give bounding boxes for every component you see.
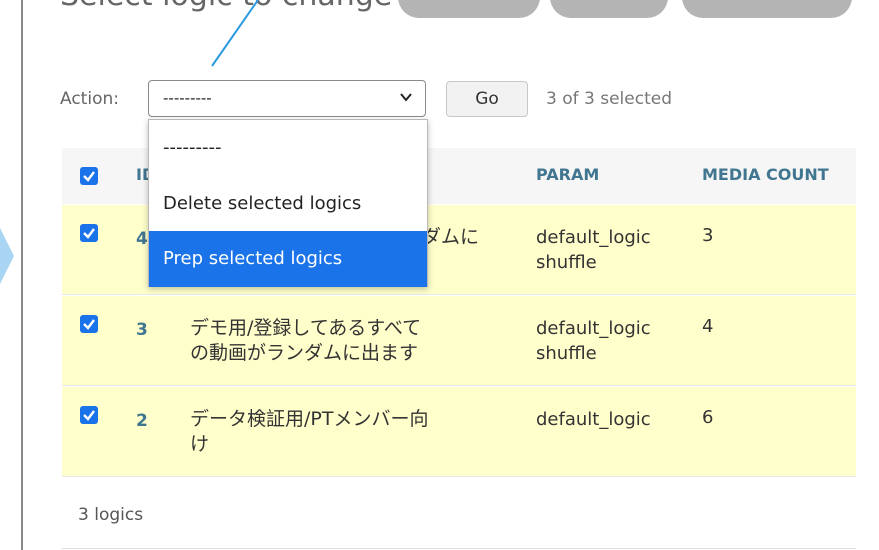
dropdown-option-blank[interactable]: --------- <box>149 120 427 176</box>
row-name-line1: デモ用/登録してあるすべて <box>190 317 422 339</box>
row-param-line2: shuffle <box>536 343 597 364</box>
row-checkbox[interactable] <box>80 315 98 333</box>
row-name: デモ用/登録してあるすべて の動画がランダムに出ます <box>190 316 500 366</box>
row-media-count: 4 <box>702 316 714 337</box>
row-param: default_logic shuffle <box>536 225 686 275</box>
row-name: ダムに <box>422 226 480 248</box>
action-label: Action: <box>60 89 119 109</box>
action-select-value: --------- <box>163 89 212 107</box>
selection-count: 3 of 3 selected <box>546 89 672 109</box>
row-name-line2: の動画がランダムに出ます <box>190 342 419 364</box>
go-button[interactable]: Go <box>446 81 528 117</box>
row-param-line1: default_logic <box>536 227 651 248</box>
table-row: 2 データ検証用/PTメンバー向 け default_logic 6 <box>62 387 856 477</box>
row-param-line1: default_logic <box>536 318 651 339</box>
result-count: 3 logics <box>78 505 144 525</box>
annotation-line <box>211 0 259 67</box>
check-icon <box>83 319 95 330</box>
action-dropdown-menu: --------- Delete selected logics Prep se… <box>148 119 428 287</box>
check-icon <box>83 171 95 182</box>
select-all-checkbox[interactable] <box>80 167 98 185</box>
dropdown-option-delete[interactable]: Delete selected logics <box>149 176 427 232</box>
table-row: 3 デモ用/登録してあるすべて の動画がランダムに出ます default_log… <box>62 296 856 386</box>
row-param: default_logic <box>536 407 686 432</box>
column-header-param[interactable]: PARAM <box>536 165 599 184</box>
row-name: データ検証用/PTメンバー向 け <box>190 407 500 457</box>
row-id-link[interactable]: 2 <box>136 411 148 431</box>
row-name-line2: け <box>190 433 210 455</box>
row-name-line1: データ検証用/PTメンバー向 <box>190 408 429 430</box>
row-param-line1: default_logic <box>536 409 651 430</box>
arrow-tip-icon <box>0 228 14 284</box>
row-param: default_logic shuffle <box>536 316 686 366</box>
footer-divider <box>62 548 856 549</box>
row-checkbox[interactable] <box>80 406 98 424</box>
row-id-link[interactable]: 4 <box>136 229 148 249</box>
dropdown-option-prep[interactable]: Prep selected logics <box>149 231 427 287</box>
row-checkbox[interactable] <box>80 224 98 242</box>
check-icon <box>83 228 95 239</box>
column-header-media-count[interactable]: MEDIA COUNT <box>702 165 829 184</box>
row-media-count: 3 <box>702 225 714 246</box>
action-select[interactable]: --------- <box>148 80 426 117</box>
chevron-down-icon <box>400 93 412 102</box>
row-id-link[interactable]: 3 <box>136 320 148 340</box>
row-param-line2: shuffle <box>536 252 597 273</box>
check-icon <box>83 410 95 421</box>
left-border <box>21 0 23 550</box>
row-media-count: 6 <box>702 407 714 428</box>
